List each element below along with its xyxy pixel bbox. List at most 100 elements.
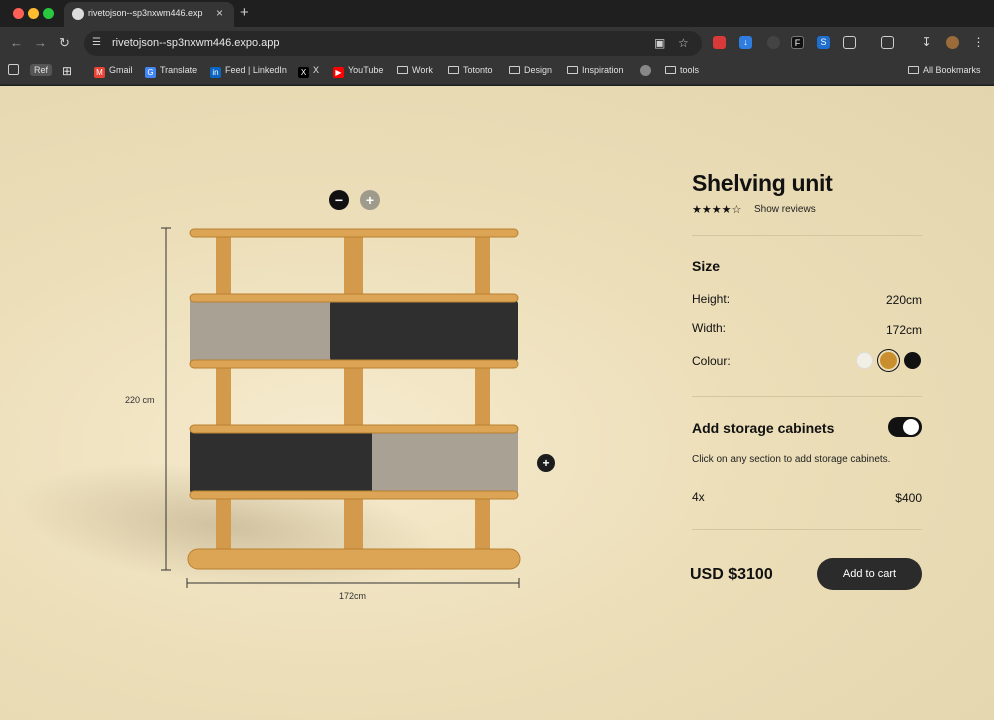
bookmark-label: Ref — [34, 65, 49, 75]
bookmark-feed-linkedin[interactable]: in Feed | LinkedIn — [210, 65, 287, 78]
bookmark-totonto[interactable]: Totonto — [448, 65, 493, 75]
bookmark-label: All Bookmarks — [923, 65, 981, 75]
colour-label: Colour: — [692, 354, 731, 368]
sidebar-toggle-icon[interactable] — [8, 64, 23, 75]
shelf-posts — [216, 232, 490, 560]
bookmark-label: Totonto — [463, 65, 493, 75]
apps-grid-icon[interactable]: ⊞ — [62, 64, 72, 78]
folder-icon — [908, 66, 919, 74]
reload-icon[interactable]: ↻ — [59, 35, 70, 51]
cabinet-quantity: 4x — [692, 490, 705, 504]
storage-cabinet[interactable] — [190, 429, 518, 494]
tab-title: rivetojson--sp3nxwm446.exp — [88, 8, 203, 18]
zoom-out-button[interactable]: − — [329, 190, 349, 210]
menu-icon[interactable]: ⋮ — [972, 36, 985, 49]
x-icon: X — [298, 67, 309, 78]
bookmark-x[interactable]: XX — [298, 65, 319, 78]
close-window-button[interactable] — [13, 8, 24, 19]
profile-icon[interactable] — [946, 36, 959, 49]
rating-stars: ★★★★☆ — [692, 204, 742, 216]
colour-swatch[interactable] — [856, 352, 873, 369]
linkedin-icon: in — [210, 67, 221, 78]
tab-close-icon[interactable]: × — [216, 6, 223, 20]
translate-icon: G — [145, 67, 156, 78]
divider — [692, 235, 922, 236]
tab-search-icon[interactable] — [881, 36, 894, 49]
folder-icon — [397, 66, 408, 74]
height-label: Height: — [692, 292, 731, 306]
colour-swatch[interactable] — [880, 352, 897, 369]
product-title: Shelving unit — [692, 170, 833, 196]
expo-favicon-icon — [72, 8, 84, 20]
add-cabinet-button[interactable]: + — [537, 454, 555, 472]
bookmarks-bar: Ref M Gmail G Translate in Feed | LinkedIn X X ▶ Y… — [0, 60, 994, 85]
storage-toggle[interactable] — [888, 417, 922, 437]
shelving-unit-illustration[interactable] — [0, 86, 660, 720]
show-reviews-link[interactable]: Show reviews — [754, 204, 816, 215]
bookmark-design[interactable]: Design — [509, 65, 552, 75]
bookmark-all-bookmarks[interactable]: All Bookmarks — [908, 65, 981, 75]
storage-heading: Add storage cabinets — [692, 420, 835, 436]
back-icon[interactable]: ← — [10, 35, 23, 50]
maximize-window-button[interactable] — [43, 8, 54, 19]
product-page: − + + 220 cm 172cm Shelving unit ★★★★☆ S… — [0, 86, 994, 720]
width-value: 172cm — [885, 323, 922, 337]
folder-icon — [567, 66, 578, 74]
bookmark-label: X — [313, 65, 320, 75]
storage-hint: Click on any section to add storage cabi… — [692, 454, 891, 465]
extension-f-icon[interactable]: F — [791, 36, 804, 49]
extension-red-icon[interactable] — [713, 36, 726, 49]
bookmark-translate[interactable]: G Translate — [145, 65, 197, 78]
cabinet-price: $400 — [895, 491, 922, 505]
bookmark-youtube[interactable]: ▶ YouTube — [333, 65, 383, 78]
total-price: USD $3100 — [690, 566, 773, 583]
bookmark-label: Design — [524, 65, 553, 75]
download-icon[interactable]: ↧ — [920, 36, 933, 49]
bookmark-label: Inspiration — [582, 65, 624, 75]
bookmark-inspiration[interactable]: Inspiration — [567, 65, 624, 75]
extension-dark-icon[interactable] — [767, 36, 780, 49]
bookmark-label: Feed | LinkedIn — [225, 65, 287, 75]
bookmark-tools[interactable]: tools — [665, 65, 699, 75]
toggle-knob — [903, 419, 919, 435]
bookmark-label: YouTube — [348, 65, 384, 75]
divider — [692, 529, 922, 530]
height-dimension-label: 220 cm — [125, 395, 155, 405]
translate-icon[interactable]: ▣ — [654, 36, 665, 50]
gmail-icon: M — [94, 67, 105, 78]
colour-swatch[interactable] — [904, 352, 921, 369]
bookmark-globe[interactable] — [640, 65, 655, 76]
browser-tab[interactable]: rivetojson--sp3nxwm446.exp × — [64, 2, 234, 27]
new-tab-button[interactable]: + — [240, 4, 249, 21]
folder-icon — [448, 66, 459, 74]
bookmark-label: tools — [680, 65, 700, 75]
extensions-icon[interactable] — [843, 36, 856, 49]
bookmark-work[interactable]: Work — [397, 65, 433, 75]
star-icon[interactable]: ☆ — [678, 36, 689, 50]
browser-tab-bar: rivetojson--sp3nxwm446.exp × + — [0, 0, 994, 27]
url-text[interactable]: rivetojson--sp3nxwm446.expo.app — [112, 37, 280, 49]
add-to-cart-button[interactable]: Add to cart — [817, 558, 922, 590]
browser-toolbar: ← → ↻ ☰ rivetojson--sp3nxwm446.expo.app … — [0, 27, 994, 60]
divider — [692, 396, 922, 397]
storage-cabinet[interactable] — [190, 300, 518, 362]
extension-download-icon[interactable]: ↓ — [739, 36, 752, 49]
minimize-window-button[interactable] — [28, 8, 39, 19]
bookmark-label: Gmail — [109, 65, 133, 75]
folder-icon — [509, 66, 520, 74]
folder-icon — [665, 66, 676, 74]
bookmark-label: Translate — [160, 65, 198, 75]
zoom-in-button[interactable]: + — [360, 190, 380, 210]
height-value: 220cm — [885, 293, 922, 307]
globe-icon — [640, 65, 651, 76]
site-info-icon[interactable]: ☰ — [92, 37, 101, 48]
extension-s-icon[interactable]: S — [817, 36, 830, 49]
forward-icon[interactable]: → — [34, 35, 47, 50]
bookmark-ref[interactable]: Ref — [30, 64, 53, 76]
bookmark-gmail[interactable]: M Gmail — [94, 65, 133, 78]
width-dimension-line — [186, 578, 520, 588]
height-dimension-line — [161, 227, 171, 571]
bookmark-label: Work — [412, 65, 433, 75]
width-dimension-label: 172cm — [339, 591, 367, 601]
address-bar[interactable]: ☰ rivetojson--sp3nxwm446.expo.app ▣ ☆ — [84, 31, 702, 56]
